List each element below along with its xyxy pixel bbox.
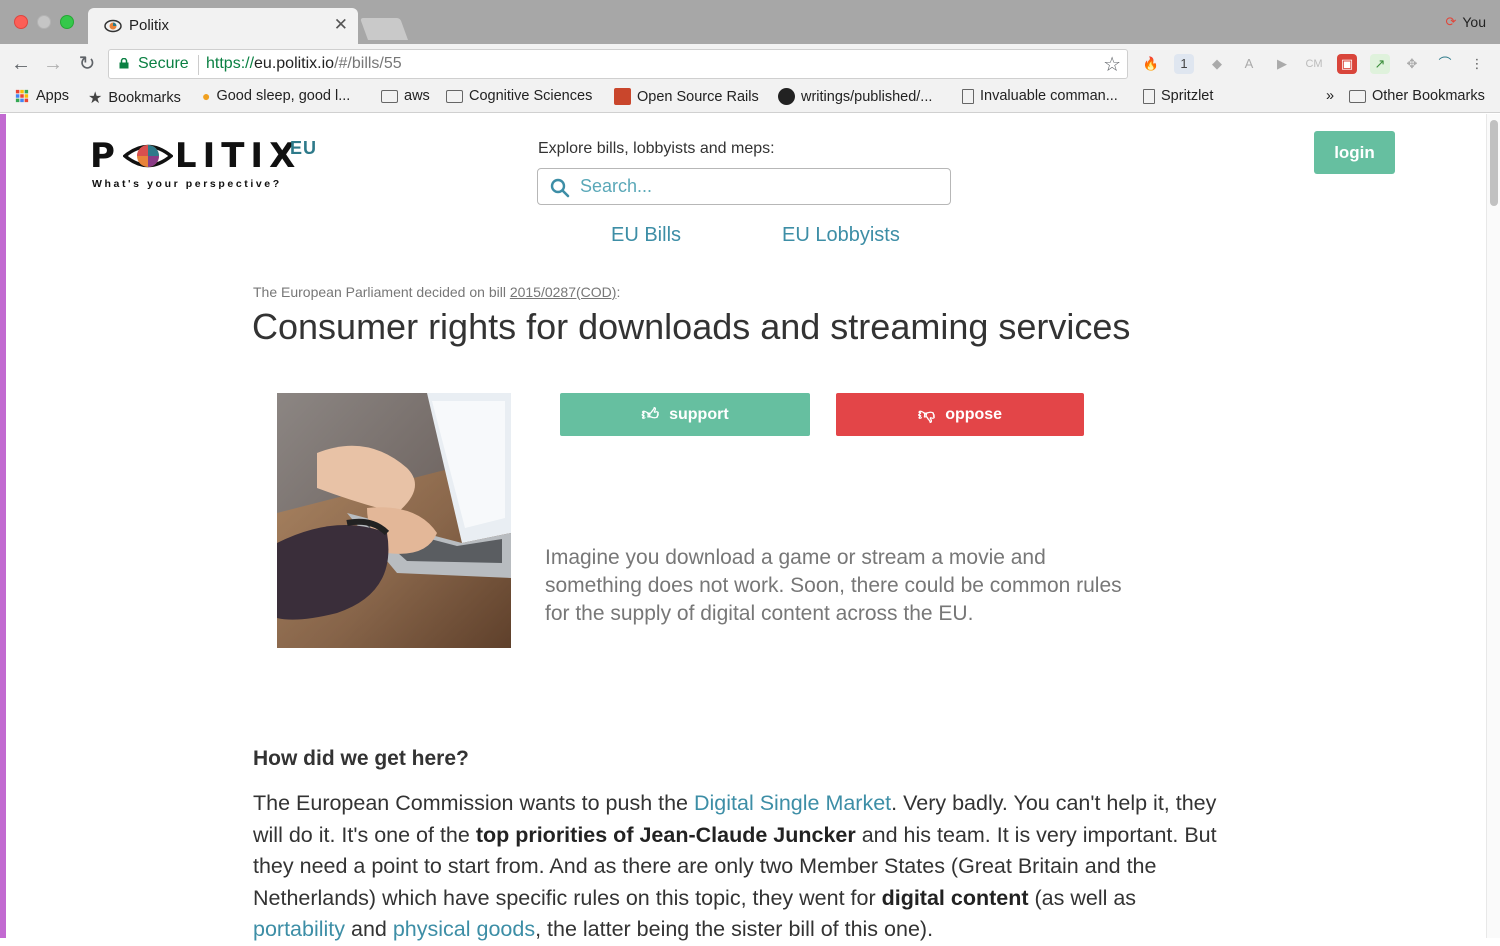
extension-badge-icon[interactable]: 1 xyxy=(1174,54,1194,74)
login-button[interactable]: login xyxy=(1314,131,1395,174)
browser-tab-bar: Politix ✕ ⟳ You xyxy=(0,0,1500,44)
decided-prefix: The European Parliament decided on bill xyxy=(253,284,510,300)
section-body: The European Commission wants to push th… xyxy=(253,791,1217,941)
bookmark-open-source-rails[interactable]: Open Source Rails xyxy=(614,88,759,105)
extension-move-icon[interactable]: ✥ xyxy=(1402,54,1422,74)
extension-green-icon[interactable]: ↗ xyxy=(1370,54,1390,74)
secure-label: Secure xyxy=(138,55,189,72)
new-tab-button[interactable] xyxy=(359,18,409,40)
juncker-priorities-text: top priorities of Jean-Claude Juncker xyxy=(475,822,856,847)
address-bar[interactable]: Secure https://eu.politix.io/#/bills/55 … xyxy=(108,49,1128,79)
digital-content-text: digital content xyxy=(881,885,1029,910)
search-input[interactable] xyxy=(580,176,940,197)
extension-play-icon[interactable]: ▶ xyxy=(1272,54,1292,74)
profile-button[interactable]: ⟳ You xyxy=(1445,14,1486,30)
folder-icon xyxy=(446,89,463,103)
politix-logo[interactable]: P LITIX EU What's your perspective? xyxy=(90,136,316,190)
url-text: https://eu.politix.io/#/bills/55 xyxy=(206,55,402,72)
tab-close-icon[interactable]: ✕ xyxy=(334,15,348,35)
bookmark-other-bookmarks[interactable]: Other Bookmarks xyxy=(1349,88,1485,104)
decided-suffix: : xyxy=(616,284,621,300)
extension-dropbox-icon[interactable]: ◆ xyxy=(1207,54,1227,74)
close-window-button[interactable] xyxy=(14,15,28,29)
oppose-button[interactable]: 👎︎ oppose xyxy=(836,393,1084,436)
extension-cm-icon[interactable]: CM xyxy=(1304,54,1324,74)
nav-eu-lobbyists[interactable]: EU Lobbyists xyxy=(782,224,900,247)
folder-icon xyxy=(1349,89,1366,103)
oppose-label: oppose xyxy=(945,405,1003,423)
folder-icon xyxy=(381,89,398,103)
extension-angular-icon[interactable]: A xyxy=(1239,54,1259,74)
page-icon xyxy=(962,88,974,104)
politix-favicon-icon xyxy=(104,19,122,33)
extension-red-icon[interactable]: ▣ xyxy=(1337,54,1357,74)
bill-summary: Imagine you download a game or stream a … xyxy=(545,546,1122,625)
bookmark-star-icon[interactable]: ☆ xyxy=(1103,52,1121,77)
bulb-icon: ● xyxy=(202,88,211,104)
bookmark-invaluable-commands[interactable]: Invaluable comman... xyxy=(962,88,1118,104)
bookmark-good-sleep[interactable]: ● Good sleep, good l... xyxy=(202,88,350,104)
tab-title: Politix xyxy=(129,17,170,34)
apps-grid-icon xyxy=(15,89,29,103)
logo-tagline: What's your perspective? xyxy=(92,178,282,190)
search-box[interactable] xyxy=(537,168,951,205)
omnibox-divider xyxy=(198,55,199,75)
bill-decided-line: The European Parliament decided on bill … xyxy=(253,284,620,300)
support-button[interactable]: 👍︎ support xyxy=(560,393,810,436)
page-content: P LITIX EU What's your perspective? Expl… xyxy=(0,114,1500,941)
star-icon: ★ xyxy=(88,90,103,107)
forward-icon[interactable]: → xyxy=(42,53,64,75)
bookmarks-overflow-button[interactable]: » xyxy=(1326,88,1334,104)
explore-label: Explore bills, lobbyists and meps: xyxy=(538,140,775,157)
bookmark-bookmarks[interactable]: ★ Bookmarks xyxy=(88,88,181,108)
bookmark-writings[interactable]: writings/published/... xyxy=(778,88,932,105)
nav-eu-bills[interactable]: EU Bills xyxy=(611,224,681,247)
portability-link[interactable]: portability xyxy=(253,917,345,941)
bookmark-aws[interactable]: aws xyxy=(381,88,430,104)
eye-logo-icon xyxy=(122,144,173,168)
sync-icon: ⟳ xyxy=(1445,14,1457,29)
bookmark-apps[interactable]: Apps xyxy=(14,88,69,104)
digital-single-market-link[interactable]: Digital Single Market xyxy=(694,791,891,815)
maximize-window-button[interactable] xyxy=(60,15,74,29)
section-heading: How did we get here? xyxy=(253,747,469,770)
logo-letters-litix: LITIX xyxy=(174,136,302,176)
page-left-accent xyxy=(0,114,6,938)
github-icon xyxy=(778,88,795,105)
page-icon xyxy=(1143,88,1155,104)
physical-goods-link[interactable]: physical goods xyxy=(393,917,535,941)
bill-photo-laptop xyxy=(277,393,511,648)
logo-eu-suffix: EU xyxy=(290,138,318,158)
search-icon xyxy=(550,178,570,198)
chrome-menu-icon[interactable]: ⋮ xyxy=(1467,54,1487,74)
bill-title: Consumer rights for downloads and stream… xyxy=(252,306,1131,347)
back-icon[interactable]: ← xyxy=(10,53,32,75)
thumbs-up-icon: 👍︎ xyxy=(641,405,660,424)
bill-code-link[interactable]: 2015/0287(COD) xyxy=(510,284,617,300)
profile-name: You xyxy=(1462,14,1486,30)
minimize-window-button[interactable] xyxy=(37,15,51,29)
scrollbar-thumb[interactable] xyxy=(1490,120,1498,206)
support-label: support xyxy=(669,405,729,423)
reload-icon[interactable]: ↻ xyxy=(76,53,98,75)
bookmark-spritzlet[interactable]: Spritzlet xyxy=(1143,88,1213,104)
browser-toolbar: ← → ↻ Secure https://eu.politix.io/#/bil… xyxy=(0,44,1500,84)
bookmarks-bar: Apps ★ Bookmarks ● Good sleep, good l...… xyxy=(0,84,1500,113)
extension-fire-icon[interactable]: 🔥 xyxy=(1141,54,1161,74)
page-scrollbar[interactable] xyxy=(1486,114,1500,938)
extension-wave-icon[interactable]: ⌒ xyxy=(1435,54,1455,74)
logo-letter-p: P xyxy=(90,136,121,176)
bookmark-cognitive-sciences[interactable]: Cognitive Sciences xyxy=(446,88,592,104)
thumbs-down-icon: 👎︎ xyxy=(917,405,936,424)
rails-icon xyxy=(614,88,631,105)
browser-tab[interactable]: Politix ✕ xyxy=(88,8,358,44)
lock-icon xyxy=(119,58,129,69)
